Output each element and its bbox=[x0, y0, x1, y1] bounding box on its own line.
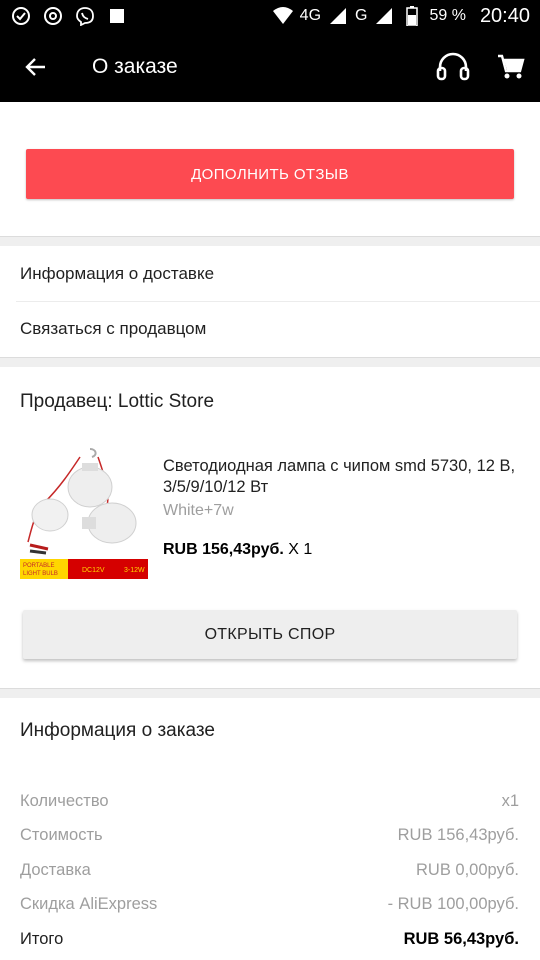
order-row-value: - RUB 100,00руб. bbox=[387, 895, 519, 914]
order-total-label: Итого bbox=[20, 929, 64, 948]
network-type: 4G bbox=[299, 7, 322, 24]
delivery-info-link[interactable]: Информация о доставке bbox=[0, 246, 540, 301]
order-row: Скидка AliExpress - RUB 100,00руб. bbox=[20, 888, 519, 923]
signal-icon bbox=[327, 5, 349, 27]
headset-icon bbox=[436, 52, 470, 81]
battery-icon bbox=[401, 5, 423, 27]
wifi-icon bbox=[272, 5, 294, 27]
page-title: О заказе bbox=[92, 55, 178, 78]
order-row: Стоимость RUB 156,43руб. bbox=[20, 819, 519, 854]
order-row-label: Скидка AliExpress bbox=[20, 895, 158, 914]
toolbar-actions bbox=[424, 32, 540, 102]
status-bar: 4G G 59 % 20:40 bbox=[0, 0, 540, 32]
square-icon bbox=[106, 5, 128, 27]
system-icons: 4G G 59 % 20:40 bbox=[272, 5, 530, 28]
cart-icon bbox=[498, 54, 525, 79]
cart-button[interactable] bbox=[482, 32, 540, 102]
network-type-2: G bbox=[355, 7, 368, 24]
check-circle-icon bbox=[10, 5, 32, 27]
image-label-voltage: DC12V bbox=[82, 567, 105, 574]
order-total-value: RUB 56,43руб. bbox=[403, 929, 519, 948]
product-price: RUB 156,43руб. bbox=[163, 541, 284, 558]
order-row-label: Доставка bbox=[20, 860, 91, 879]
add-review-button[interactable]: ДОПОЛНИТЬ ОТЗЫВ bbox=[26, 149, 514, 199]
order-total-row: Итого RUB 56,43руб. bbox=[20, 922, 519, 957]
open-dispute-button[interactable]: ОТКРЫТЬ СПОР bbox=[23, 610, 517, 659]
review-section: ДОПОЛНИТЬ ОТЗЫВ bbox=[0, 102, 540, 236]
product-variant: White+7w bbox=[163, 502, 234, 519]
image-label-power: 3-12W bbox=[124, 567, 145, 574]
order-row: Доставка RUB 0,00руб. bbox=[20, 853, 519, 888]
seller-section: Продавец: Lottic Store PORTABLE LIGHT BU… bbox=[0, 367, 540, 687]
at-sign-icon bbox=[42, 5, 64, 27]
order-summary: Количество x1 Стоимость RUB 156,43руб. Д… bbox=[20, 784, 519, 957]
order-row-value: RUB 0,00руб. bbox=[416, 860, 519, 879]
product-price-line: RUB 156,43руб. X 1 bbox=[163, 541, 312, 559]
order-info-section: Информация о заказе Количество x1 Стоимо… bbox=[0, 698, 540, 960]
support-button[interactable] bbox=[424, 32, 482, 102]
seller-name[interactable]: Продавец: Lottic Store bbox=[20, 391, 214, 413]
order-links: Информация о доставке Связаться с продав… bbox=[0, 246, 540, 356]
order-row-label: Стоимость bbox=[20, 826, 103, 845]
notification-icons bbox=[10, 5, 128, 27]
signal-icon-2 bbox=[373, 5, 395, 27]
product-image[interactable]: PORTABLE LIGHT BULB DC12V 3-12W bbox=[20, 447, 148, 579]
contact-seller-link[interactable]: Связаться с продавцом bbox=[16, 301, 540, 356]
divider bbox=[0, 236, 540, 246]
app-toolbar: О заказе bbox=[0, 32, 540, 102]
image-label-1: PORTABLE bbox=[23, 563, 54, 569]
order-row-label: Количество bbox=[20, 791, 109, 810]
order-row-value: x1 bbox=[501, 791, 519, 810]
order-info-title: Информация о заказе bbox=[20, 720, 215, 741]
product-quantity: X 1 bbox=[288, 541, 313, 558]
viber-icon bbox=[74, 5, 96, 27]
order-row: Количество x1 bbox=[20, 784, 519, 819]
battery-level: 59 % bbox=[429, 7, 466, 24]
image-label-2: LIGHT BULB bbox=[23, 571, 58, 577]
order-row-value: RUB 156,43руб. bbox=[397, 826, 519, 845]
clock: 20:40 bbox=[479, 4, 530, 27]
divider bbox=[0, 357, 540, 367]
back-button[interactable] bbox=[0, 32, 72, 102]
back-arrow-icon bbox=[25, 58, 45, 76]
product-title[interactable]: Светодиодная лампа с чипом smd 5730, 12 … bbox=[163, 456, 523, 498]
divider bbox=[0, 688, 540, 698]
